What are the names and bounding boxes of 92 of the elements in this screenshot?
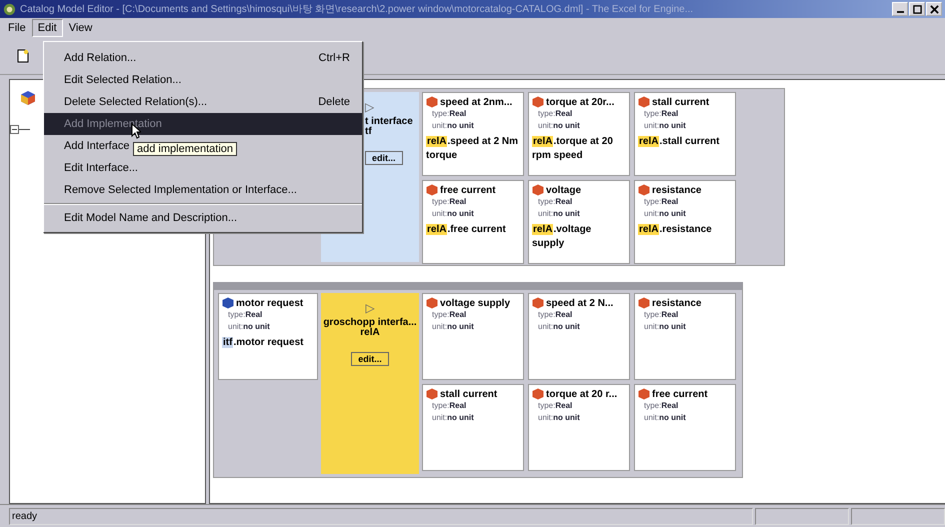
parameter-card[interactable]: free current type:Real unit:no unit relA.free current [422,180,524,264]
mapping-text: relA.torque at 20 rpm speed [532,135,614,163]
parameter-name: resistance [652,184,702,196]
parameter-card[interactable]: torque at 20 r... type:Real unit:no unit [528,384,630,471]
parameter-card[interactable]: motor request type:Real unit:no unit itf.motor request [218,293,318,380]
parameter-card[interactable]: speed at 2 N... type:Real unit:no unit [528,293,630,380]
menu-item[interactable]: View [62,19,98,37]
tree-expander-icon[interactable] [10,125,30,135]
document-icon [15,48,31,64]
cube-icon [20,90,36,106]
parameter-unit: unit:no unit [432,412,474,424]
parameter-name: torque at 20 r... [546,388,618,400]
interface-relation: relA [360,328,380,338]
parameter-name: stall current [652,96,710,108]
menu-item[interactable]: Edit Selected Relation... [64,74,182,86]
parameter-name: voltage [546,184,582,196]
parameter-type: type:Real [644,196,678,208]
parameter-unit: unit:no unit [432,321,474,333]
menu-item[interactable]: Remove Selected Implementation or Interface... [64,184,297,196]
parameter-card[interactable]: voltage type:Real unit:no unit relA.voltage supply [528,180,630,264]
play-icon[interactable]: ▷ [365,100,374,114]
parameter-card[interactable]: free current type:Real unit:no unit [634,384,736,471]
parameter-card[interactable]: torque at 20r... type:Real unit:no unit relA.torque at 20 rpm speed [528,92,630,176]
parameter-unit: unit:no unit [432,120,474,132]
parameter-card[interactable]: voltage supply type:Real unit:no unit [422,293,524,380]
menu-item[interactable]: Add Interface [64,140,130,152]
parameter-unit: unit:no unit [538,208,580,220]
parameter-unit: unit:no unit [228,321,270,333]
menu-item[interactable]: Add Relation... [64,52,136,64]
mapping-text: relA.resistance [638,223,712,237]
close-button[interactable] [926,2,942,16]
minimize-button[interactable] [892,2,908,16]
parameter-type: type:Real [432,196,466,208]
parameter-type: type:Real [538,309,572,321]
close-icon [930,4,938,14]
parameter-unit: unit:no unit [538,412,580,424]
play-icon[interactable]: ▷ [366,301,374,315]
tooltip: add implementation [133,142,238,156]
parameter-card[interactable]: resistance type:Real unit:no unit [634,293,736,380]
parameter-unit: unit:no unit [644,321,686,333]
parameter-name: free current [652,388,708,400]
mapping-text: relA.stall current [638,135,720,149]
mapping-text: relA.voltage supply [532,223,592,251]
parameter-type: type:Real [538,108,572,120]
parameter-name: resistance [652,298,702,308]
parameter-name: torque at 20r... [546,96,614,108]
parameter-type: type:Real [228,309,262,321]
parameter-type: type:Real [538,400,572,412]
parameter-type: type:Real [644,108,678,120]
app-icon [3,2,16,16]
edit-button[interactable]: edit... [365,151,403,165]
parameter-type: type:Real [644,400,678,412]
minimize-icon [896,11,904,13]
parameter-type: type:Real [432,400,466,412]
parameter-unit: unit:no unit [644,120,686,132]
parameter-type: type:Real [432,309,466,321]
parameter-name: speed at 2nm... [440,96,512,108]
parameter-name: motor request [236,298,304,308]
menu-item[interactable]: Edit Model Name and Description... [64,212,238,224]
parameter-unit: unit:no unit [644,412,686,424]
parameter-name: voltage supply [440,298,510,308]
interface-name: groschopp interfa... [323,317,417,328]
parameter-card[interactable]: resistance type:Real unit:no unit relA.resistance [634,180,736,264]
parameter-unit: unit:no unit [432,208,474,220]
mapping-text: itf.motor request [222,336,304,350]
parameter-type: type:Real [644,309,678,321]
parameter-card[interactable]: speed at 2nm... type:Real unit:no unit relA.speed at 2 Nm torque [422,92,524,176]
parameter-type: type:Real [538,196,572,208]
parameter-name: stall current [440,388,498,400]
parameter-type: type:Real [432,108,466,120]
parameter-name: speed at 2 N... [546,298,614,308]
mapping-text: relA.speed at 2 Nm torque [426,135,520,163]
menu-item[interactable]: Edit Interface... [64,162,138,174]
window-title: Catalog Model Editor - [C:\Documents and Settings\himosqui\바탕 화면\research\2.power window\motorcatalog-CATALOG.dml] - The Excel for Engine... [20,3,694,16]
status-text: ready [9,508,753,524]
maximize-button[interactable] [909,2,925,16]
parameter-card[interactable]: stall current type:Real unit:no unit [422,384,524,471]
parameter-unit: unit:no unit [538,321,580,333]
shortcut-text: Ctrl+R [318,52,350,64]
parameter-unit: unit:no unit [538,120,580,132]
shortcut-text: Delete [318,96,350,108]
interface-relation: tf [365,127,372,137]
menu-item[interactable]: File [2,19,32,37]
menu-item[interactable]: Delete Selected Relation(s)... [64,96,208,108]
menu-item[interactable]: Edit [32,19,63,37]
parameter-name: free current [440,184,496,196]
parameter-card[interactable]: stall current type:Real unit:no unit relA.stall current [634,92,736,176]
parameter-unit: unit:no unit [644,208,686,220]
edit-button[interactable]: edit... [351,352,389,366]
interface-name: t interface [365,116,413,127]
mapping-text: relA.free current [426,223,506,237]
maximize-icon [912,4,922,14]
